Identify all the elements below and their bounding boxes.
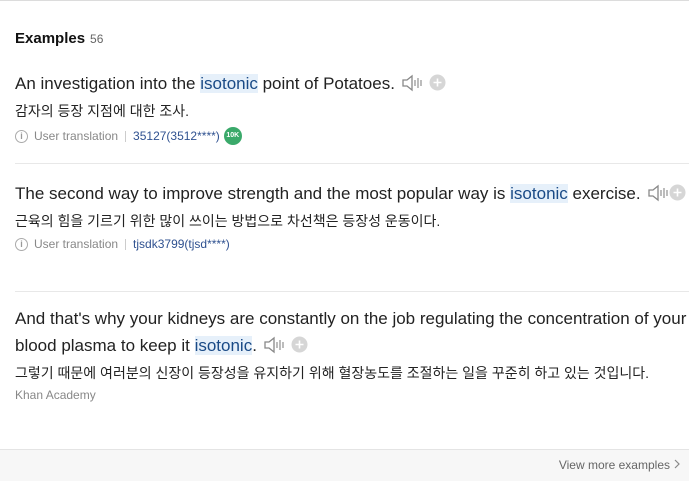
speaker-icon[interactable] [647, 183, 669, 210]
example-divider [15, 163, 689, 164]
source-label: User translation [34, 237, 119, 251]
sentence-text: exercise. [567, 184, 641, 203]
highlighted-term[interactable]: isotonic [200, 74, 258, 93]
meta-divider [125, 130, 127, 142]
chevron-right-icon [674, 458, 680, 472]
sentence-text: And that's why your kidneys are constant… [15, 309, 687, 355]
level-badge: 10K [223, 127, 242, 145]
example-meta: i User translation 35127(3512****) 10K [15, 127, 689, 145]
user-link[interactable]: tjsdk3799(tjsd****) [133, 237, 230, 251]
plus-circle-icon[interactable] [669, 182, 686, 209]
plus-circle-icon[interactable] [429, 72, 446, 99]
example-item: The second way to improve strength and t… [15, 180, 689, 251]
sentence-text: . [252, 336, 257, 355]
examples-title: Examples [15, 30, 86, 47]
sentence-text: An investigation into the [15, 74, 201, 93]
footer-bar: View more examples [0, 449, 689, 481]
example-credit: Khan Academy [15, 388, 96, 402]
example-sentence: And that's why your kidneys are constant… [15, 305, 689, 362]
example-translation: 근육의 힘을 기르기 위한 많이 쓰이는 방법으로 차선책은 등장성 운동이다. [15, 213, 441, 229]
example-sentence: The second way to improve strength and t… [15, 180, 689, 210]
meta-divider [125, 238, 127, 250]
top-border [0, 0, 689, 1]
examples-header: Examples 56 [15, 30, 103, 47]
example-sentence: An investigation into the isotonic point… [15, 70, 689, 100]
plus-circle-icon[interactable] [291, 334, 308, 361]
example-translation: 그렇기 때문에 여러분의 신장이 등장성을 유지하기 위해 혈장농도를 조절하는… [15, 365, 650, 381]
sentence-text: The second way to improve strength and t… [15, 184, 511, 203]
highlighted-term[interactable]: isotonic [510, 184, 568, 203]
info-icon[interactable]: i [15, 129, 28, 143]
speaker-icon[interactable] [401, 73, 423, 100]
user-link[interactable]: 35127(3512****) [133, 129, 220, 143]
sentence-text: point of Potatoes. [257, 74, 395, 93]
view-more-label: View more examples [558, 458, 670, 472]
highlighted-term[interactable]: isotonic [194, 336, 253, 355]
example-item: An investigation into the isotonic point… [15, 70, 689, 145]
source-label: User translation [34, 129, 119, 143]
example-item: And that's why your kidneys are constant… [15, 305, 689, 402]
example-divider [15, 291, 689, 292]
view-more-link[interactable]: View more examples [559, 458, 680, 472]
speaker-icon[interactable] [263, 335, 285, 362]
example-translation: 감자의 등장 지점에 대한 조사. [15, 103, 190, 119]
examples-count: 56 [90, 32, 104, 46]
info-icon[interactable]: i [15, 237, 28, 251]
example-meta: i User translation tjsdk3799(tjsd****) [15, 237, 689, 251]
